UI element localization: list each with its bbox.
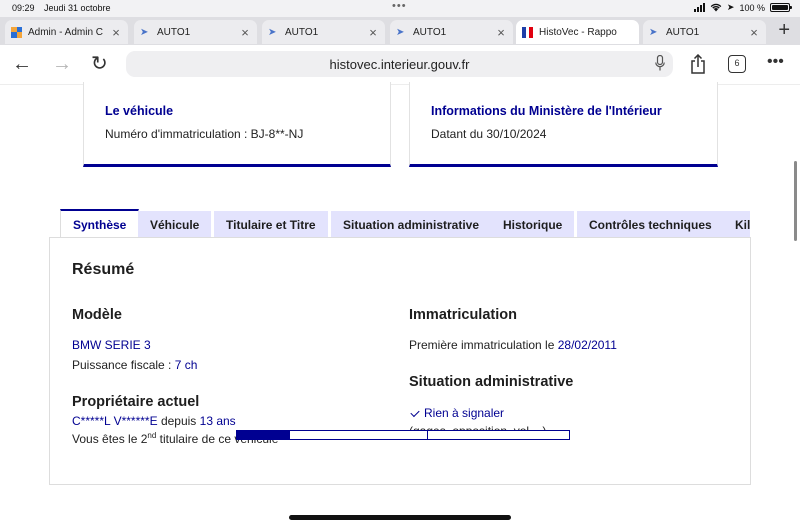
first-registration-date: 28/02/2011 (557, 338, 617, 352)
close-tab-icon[interactable]: × (367, 25, 379, 40)
close-tab-icon[interactable]: × (110, 25, 122, 40)
url-text: histovec.interieur.gouv.fr (329, 57, 470, 72)
tab-label: AUTO1 (157, 26, 191, 38)
french-flag-favicon-icon (522, 27, 534, 38)
summary-title: Résumé (72, 261, 135, 278)
page-scrollbar[interactable] (794, 161, 797, 241)
more-options-icon[interactable]: ••• (767, 51, 784, 73)
tab-synthese[interactable]: Synthèse (60, 209, 140, 239)
address-bar[interactable]: histovec.interieur.gouv.fr (126, 51, 673, 77)
tab-count-button[interactable]: 6 (728, 55, 746, 73)
browser-tab-auto1[interactable]: ➤ AUTO1 × (134, 20, 257, 44)
browser-tab-auto1[interactable]: ➤ AUTO1 × (643, 20, 766, 44)
check-icon (410, 408, 420, 418)
location-icon: ➤ (726, 2, 735, 12)
battery-percent: 100 % (739, 2, 765, 13)
status-bar: 09:29 Jeudi 31 octobre ••• ➤ 100 % (0, 0, 800, 17)
browser-toolbar: ← → ↻ histovec.interieur.gouv.fr 6 ••• (0, 45, 800, 85)
close-tab-icon[interactable]: × (748, 25, 760, 40)
new-tab-plus-icon[interactable]: + (778, 19, 790, 42)
browser-tab-histovec[interactable]: HistoVec - Rappo (516, 20, 639, 44)
auto1-favicon-icon: ➤ (649, 26, 658, 38)
model-name: BMW SERIE 3 (72, 338, 151, 352)
tab-titulaire-titre[interactable]: Titulaire et Titre (214, 211, 328, 239)
tab-kilometrage[interactable]: Kilo (723, 211, 750, 239)
auto1-favicon-icon: ➤ (140, 26, 149, 38)
report-tabs: Synthèse Véhicule Titulaire et Titre Sit… (60, 209, 750, 239)
ministry-card-title: Informations du Ministère de l'Intérieur (431, 104, 662, 118)
browser-tab-auto1[interactable]: ➤ AUTO1 × (390, 20, 513, 44)
owner-rank-sup: nd (147, 431, 157, 440)
tab-label: AUTO1 (285, 26, 319, 38)
cellular-signal-icon (693, 3, 705, 12)
close-tab-icon[interactable]: × (495, 25, 507, 40)
ministry-card: Informations du Ministère de l'Intérieur… (409, 82, 718, 167)
wifi-icon (710, 3, 722, 12)
status-time: 09:29 (12, 3, 35, 13)
status-date: Jeudi 31 octobre (44, 3, 111, 13)
admin-favicon-icon (11, 26, 22, 38)
close-tab-icon[interactable]: × (239, 25, 251, 40)
model-heading: Modèle (72, 307, 122, 323)
browser-tab-auto1[interactable]: ➤ AUTO1 × (262, 20, 385, 44)
ministry-date: Datant du 30/10/2024 (431, 127, 547, 141)
status-indicators: ➤ 100 % (693, 2, 792, 13)
tab-label: AUTO1 (413, 26, 447, 38)
browser-tab-bar: Admin - Admin C × ➤ AUTO1 × ➤ AUTO1 × ➤ … (0, 17, 800, 45)
page-content: Le véhicule Numéro d'immatriculation : B… (0, 82, 800, 525)
home-indicator[interactable] (289, 515, 511, 520)
battery-icon (770, 3, 792, 12)
back-arrow-icon[interactable]: ← (12, 53, 32, 75)
admin-status-text: Rien à signaler (424, 406, 505, 420)
share-icon[interactable] (690, 54, 706, 74)
tab-situation-administrative[interactable]: Situation administrative (331, 211, 492, 239)
forward-arrow-icon[interactable]: → (52, 53, 72, 75)
tab-vehicule[interactable]: Véhicule (138, 211, 212, 239)
vehicle-card-title: Le véhicule (105, 104, 174, 118)
owner-rank-prefix: Vous êtes le 2 (72, 432, 148, 446)
fiscal-power-label: Puissance fiscale : (72, 358, 175, 372)
owner-line: C*****L V******E depuis 13 ans (72, 414, 236, 428)
tab-historique[interactable]: Historique (491, 211, 575, 239)
owner-name: C*****L V******E (72, 414, 158, 428)
bottom-action-buttons[interactable] (236, 430, 570, 440)
reload-icon[interactable]: ↻ (91, 53, 108, 75)
admin-status-heading: Situation administrative (409, 374, 574, 390)
registration-number: Numéro d'immatriculation : BJ-8**-NJ (105, 127, 304, 141)
fiscal-power: Puissance fiscale : 7 ch (72, 358, 197, 372)
tab-label: Admin - Admin C (28, 26, 104, 38)
first-registration-label: Première immatriculation le (409, 338, 558, 352)
auto1-favicon-icon: ➤ (396, 26, 405, 38)
multitasking-dots-icon[interactable]: ••• (392, 0, 407, 12)
tab-label: AUTO1 (666, 26, 700, 38)
fiscal-power-value: 7 ch (174, 358, 198, 372)
tab-label: HistoVec - Rappo (539, 26, 617, 38)
owner-heading: Propriétaire actuel (72, 394, 200, 410)
synthese-panel: Résumé Modèle BMW SERIE 3 Puissance fisc… (49, 237, 751, 485)
owner-since-label: depuis (157, 414, 200, 428)
auto1-favicon-icon: ➤ (268, 26, 277, 38)
browser-tab-admin[interactable]: Admin - Admin C × (5, 20, 128, 44)
vehicle-card: Le véhicule Numéro d'immatriculation : B… (83, 82, 391, 167)
admin-status-value: Rien à signaler (409, 406, 504, 420)
first-registration: Première immatriculation le 28/02/2011 (409, 338, 617, 352)
registration-heading: Immatriculation (409, 307, 517, 323)
owner-since-value: 13 ans (199, 414, 236, 428)
microphone-icon[interactable] (655, 55, 665, 72)
tab-controles-techniques[interactable]: Contrôles techniques (577, 211, 724, 239)
